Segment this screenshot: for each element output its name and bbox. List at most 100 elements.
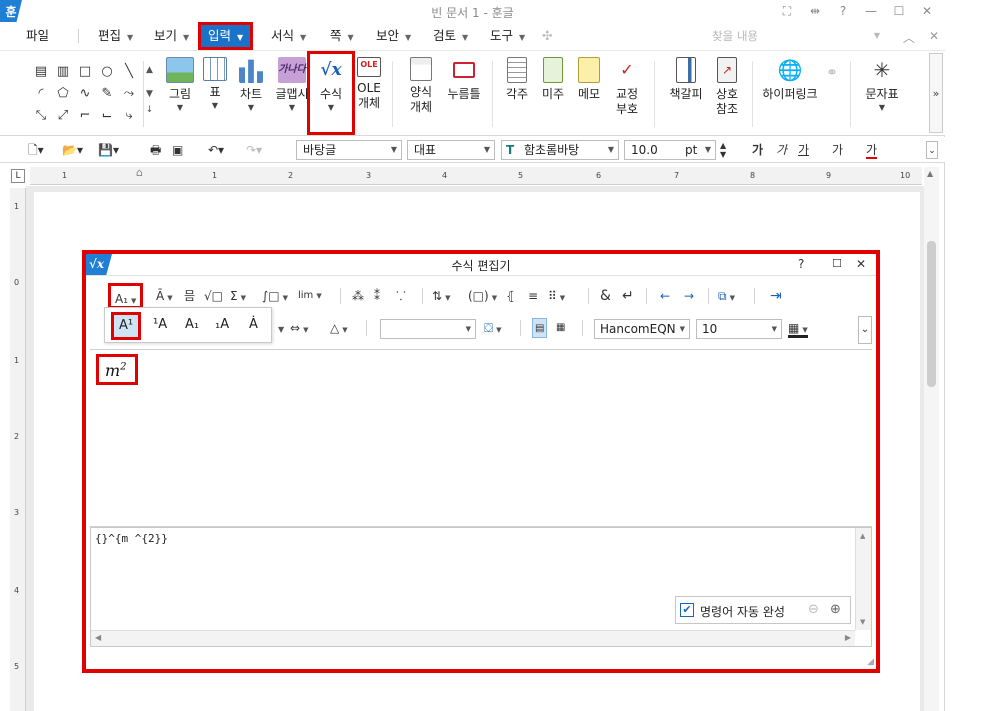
fullscreen-icon[interactable]: ⛶ (775, 2, 799, 20)
elbow-connector-icon[interactable]: ⌐ (74, 107, 96, 125)
view-mode-icon[interactable]: ▤ (532, 318, 548, 338)
minimize-icon[interactable]: — (859, 2, 883, 20)
menu-insert[interactable]: 입력 ▼ (197, 22, 254, 50)
formula-button[interactable]: √x 수식 ▼ (307, 51, 355, 135)
close-icon[interactable]: ✕ (856, 257, 866, 271)
pre-superscript-option[interactable]: ¹A (153, 317, 167, 332)
decoration-button[interactable]: Ā ▼ (156, 286, 173, 306)
scroll-up-icon[interactable]: ▲ (144, 65, 155, 75)
scroll-thumb[interactable] (927, 241, 936, 387)
expand-gallery-icon[interactable]: ↓ (144, 105, 155, 115)
scroll-up-icon[interactable]: ▲ (860, 532, 865, 540)
scroll-up-icon[interactable]: ▲ (927, 169, 933, 178)
zoom-in-icon[interactable]: ⊕ (830, 602, 841, 617)
bookmark-button[interactable]: 책갈피 (666, 57, 706, 102)
ribbon-expand-icon[interactable]: » (929, 53, 943, 133)
menu-format[interactable]: 서식 ▼ (271, 25, 306, 47)
elbow-arrow-icon[interactable]: ⌙ (96, 107, 118, 125)
cases-button[interactable]: ⦃ (506, 286, 515, 306)
italic-button[interactable]: 가 (776, 141, 787, 159)
binomial-button[interactable]: ⁂ (352, 286, 364, 306)
shapes-scroll[interactable]: ▲ ▼ ↓ (143, 61, 155, 127)
limit-button[interactable]: lim ▼ (298, 286, 322, 306)
font-color-button[interactable]: 가 (866, 141, 878, 159)
toolbar-expand-icon[interactable]: ⌄ (926, 141, 938, 159)
symbol-select[interactable]: ▼ (380, 319, 476, 339)
rectangle-shape-icon[interactable]: □ (74, 63, 96, 81)
scroll-left-icon[interactable]: ◀ (95, 633, 101, 642)
field-button[interactable]: 누름틀 (446, 57, 482, 102)
root-button[interactable]: √□ (204, 286, 223, 306)
size-stepper[interactable]: ▲ ▼ (720, 141, 726, 159)
superscript-option[interactable]: A¹ (111, 312, 141, 340)
sum-button[interactable]: Σ ▼ (230, 286, 246, 306)
pen-shape-icon[interactable]: ✎ (96, 85, 118, 103)
indent-marker-icon[interactable]: ⌂ (136, 166, 143, 179)
help-icon[interactable]: ? (831, 2, 855, 20)
menu-security[interactable]: 보안 ▼ (376, 25, 411, 47)
link-unlink-icon[interactable]: ⚭ (822, 65, 842, 81)
extension-icon[interactable]: ✣ (542, 25, 552, 47)
over-script-option[interactable]: Ȧ (249, 317, 258, 332)
scroll-down-icon[interactable]: ▼ (860, 618, 865, 626)
chevron-down-icon[interactable]: ▼ (278, 320, 284, 340)
save-icon[interactable]: 💾▾ (98, 141, 119, 159)
integral-button[interactable]: ∫□ ▼ (262, 286, 288, 306)
help-icon[interactable]: ? (798, 257, 804, 271)
eq-font-select[interactable]: HancomEQN ▼ (594, 319, 690, 339)
bold-button[interactable]: 가 (752, 141, 763, 159)
newline-button[interactable]: ↵ (622, 286, 634, 306)
print-icon[interactable]: 🖶 (150, 141, 161, 159)
font-select[interactable]: T 함초롬바탕 ▼ (501, 140, 619, 160)
ruler-tab-selector[interactable]: L (11, 169, 25, 183)
insert-button[interactable]: ⧉ ▼ (718, 286, 735, 306)
redo-button[interactable]: → (684, 286, 694, 306)
shapes-2-button[interactable]: △ ▼ (330, 318, 348, 338)
curve-shape-icon[interactable]: ∿ (74, 85, 96, 103)
redo-icon[interactable]: ↷▾ (246, 141, 262, 159)
subscript-option[interactable]: A₁ (185, 317, 199, 332)
menu-tools[interactable]: 도구 ▼ (490, 25, 525, 47)
vertical-textbox-shape-icon[interactable]: ▥ (52, 63, 74, 81)
fraction-button[interactable]: 믐 (184, 286, 195, 306)
language-select[interactable]: 대표 ▼ (407, 140, 495, 160)
wordart-button[interactable]: 가나다 글맵시 ▼ (272, 57, 312, 112)
menu-page[interactable]: 쪽 ▼ (330, 25, 354, 47)
scroll-down-icon[interactable]: ▼ (144, 89, 155, 99)
footnote-button[interactable]: 각주 (502, 57, 532, 102)
pile-right-button[interactable]: ⸪ (396, 286, 406, 306)
pre-subscript-option[interactable]: ₁A (215, 317, 229, 332)
menu-review[interactable]: 검토 ▼ (433, 25, 468, 47)
pile-left-button[interactable]: ⁑ (374, 286, 380, 306)
autocomplete-checkbox[interactable]: ✔ (680, 603, 694, 617)
equation-canvas[interactable]: m2 (90, 349, 872, 527)
underline-button[interactable]: 가 (798, 141, 809, 159)
font-size-input[interactable]: 10.0 pt ▼ (624, 140, 716, 160)
script-button[interactable]: A₁ ▼ (108, 283, 144, 309)
arc-shape-icon[interactable]: ◜ (30, 85, 52, 103)
close-icon[interactable]: ✕ (915, 2, 939, 20)
pile-button[interactable]: ≡ (528, 286, 538, 306)
color-picker-icon[interactable]: ⛋ ▼ (484, 318, 502, 338)
menu-edit[interactable]: 편집 ▼ (98, 25, 133, 47)
picture-button[interactable]: 그림 ▼ (163, 57, 197, 112)
script-hscroll[interactable]: ◀ ▶ (91, 630, 855, 646)
proofmark-button[interactable]: ✓ 교정 부호 (610, 57, 644, 117)
eq-size-select[interactable]: 10 ▼ (696, 319, 782, 339)
preview-icon[interactable]: ▣ (172, 141, 183, 159)
script-vscroll[interactable]: ▲ ▼ (855, 528, 871, 630)
equation-script-input[interactable]: {}^{m ^{2}} ▲ ▼ ◀ ▶ ✔ 명령어 자동 완성 ⊖ ⊕ (90, 527, 872, 647)
textbox-shape-icon[interactable]: ▤ (30, 63, 52, 81)
brackets-button[interactable]: (□) ▼ (468, 286, 497, 306)
view-mode-alt-icon[interactable]: ▦ (556, 318, 565, 338)
zoom-out-icon[interactable]: ⊖ (808, 602, 819, 617)
memo-button[interactable]: 메모 (574, 57, 604, 102)
open-doc-icon[interactable]: 📂▾ (62, 141, 83, 159)
table-button[interactable]: 표 ▼ (200, 57, 230, 110)
collapse-ribbon-icon[interactable]: ︿ (903, 29, 915, 46)
endnote-button[interactable]: 미주 (538, 57, 568, 102)
crossref-button[interactable]: ↗ 상호 참조 (710, 57, 744, 117)
connector-arrow-icon[interactable]: ⤢ (52, 107, 74, 125)
exit-button[interactable]: ⇥ (770, 286, 782, 306)
eq-color-icon[interactable]: ▦ ▼ (788, 318, 808, 338)
